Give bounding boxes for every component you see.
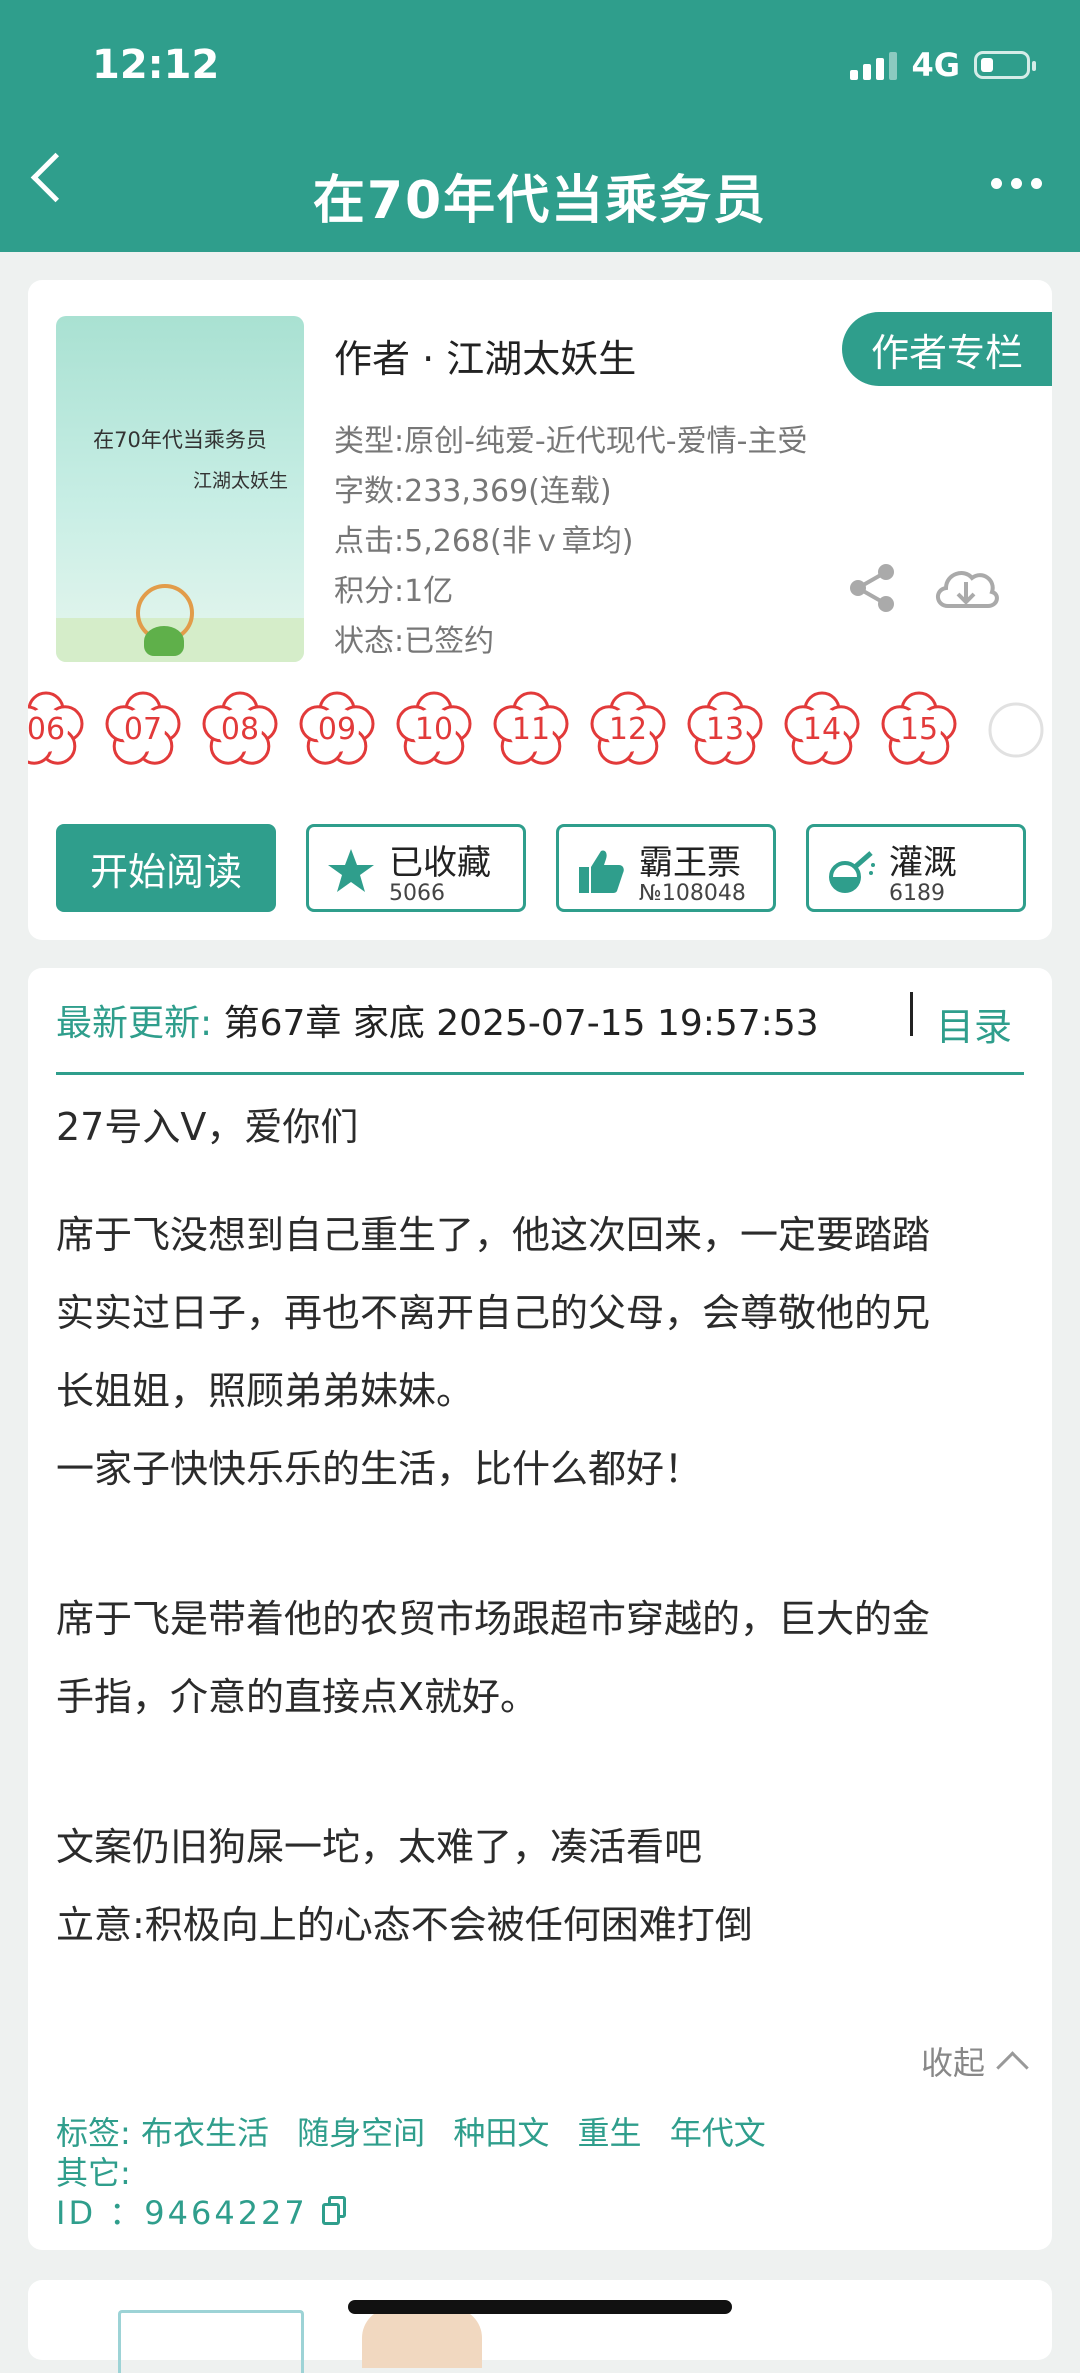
- latest-update-label: 最新更新:: [56, 1003, 213, 1044]
- download-icon[interactable]: [930, 560, 1002, 616]
- collected-count: 5066: [389, 881, 445, 906]
- thumbnail[interactable]: [118, 2310, 304, 2373]
- flower-badge: 09: [295, 690, 379, 770]
- start-reading-button[interactable]: 开始阅读: [56, 824, 276, 912]
- chevron-up-icon: [996, 2050, 1029, 2084]
- vote-label: 霸王票: [639, 843, 741, 883]
- desc-line: 27号入V，爱你们: [56, 1105, 359, 1149]
- desc-line: 席于飞没想到自己重生了，他这次回来，一定要踏踏: [56, 1213, 931, 1257]
- description-card: 最新更新: 第67章 家底 2025-07-15 19:57:53 目录 27号…: [28, 968, 1052, 2250]
- tag-item[interactable]: 随身空间: [297, 2114, 425, 2152]
- tag-item[interactable]: 布衣生活: [141, 2114, 269, 2152]
- irrigate-label: 灌溉: [889, 843, 957, 883]
- next-card: [28, 2280, 1052, 2373]
- book-state: 状态:已签约: [334, 624, 495, 659]
- signal-icon: [850, 50, 898, 80]
- flower-number: 12: [608, 712, 648, 747]
- tags-label: 标签:: [56, 2114, 131, 2152]
- desc-line: 立意:积极向上的心态不会被任何困难打倒: [56, 1903, 753, 1947]
- desc-line: 席于飞是带着他的农贸市场跟超市穿越的，巨大的金: [56, 1597, 931, 1641]
- desc-line: 手指，介意的直接点X就好。: [56, 1675, 539, 1719]
- flower-badge: 14: [780, 690, 864, 770]
- flower-badge: 12: [586, 690, 670, 770]
- flower-number: 06: [28, 712, 66, 747]
- book-words: 字数:233,369(连载): [334, 474, 612, 509]
- collapse-button[interactable]: 收起: [920, 2038, 1029, 2084]
- tree-icon: [144, 626, 184, 656]
- irrigate-count: 6189: [889, 881, 945, 906]
- author-column-button[interactable]: 作者专栏: [842, 312, 1052, 386]
- latest-update[interactable]: 最新更新: 第67章 家底 2025-07-15 19:57:53: [56, 994, 1024, 1054]
- irrigate-button[interactable]: 灌溉 6189: [806, 824, 1026, 912]
- flower-number: 09: [317, 712, 357, 747]
- flower-badge-faded: [974, 690, 1052, 770]
- status-icons: 4G: [850, 46, 1036, 84]
- tag-item[interactable]: 重生: [578, 2114, 642, 2152]
- more-icon[interactable]: [991, 178, 1042, 189]
- overlord-vote-button[interactable]: 霸王票 №108048: [556, 824, 776, 912]
- vote-count: №108048: [639, 881, 746, 906]
- book-id: ID ：9464227: [56, 2194, 308, 2232]
- update-divider: [56, 1072, 1024, 1075]
- author-name[interactable]: 作者 · 江湖太妖生: [334, 328, 636, 383]
- flower-badge: 15: [877, 690, 961, 770]
- toc-link[interactable]: 目录: [936, 996, 1012, 1051]
- book-points: 积分:1亿: [334, 574, 454, 609]
- watering-can-icon: [829, 851, 875, 893]
- flower-rating-row: 06 07 08 09 10 11 12 13 14 15: [28, 690, 1052, 770]
- top-bar: 12:12 4G 在70年代当乘务员: [0, 0, 1080, 252]
- share-icon[interactable]: [844, 560, 900, 616]
- book-type: 类型:原创-纯爱-近代现代-爱情-主受: [334, 424, 808, 459]
- thumbs-up-icon: [579, 850, 624, 893]
- flower-badge: 13: [683, 690, 767, 770]
- flower-badge: 07: [101, 690, 185, 770]
- collected-label: 已收藏: [389, 843, 491, 883]
- desc-line: 长姐姐，照顾弟弟妹妹。: [56, 1369, 475, 1413]
- page-title: 在70年代当乘务员: [312, 171, 768, 231]
- flower-number: 15: [899, 712, 939, 747]
- book-clicks: 点击:5,268(非ｖ章均): [334, 524, 634, 559]
- divider: [910, 992, 913, 1036]
- book-id-row: ID ：9464227: [56, 2188, 348, 2234]
- flower-badge: 08: [198, 690, 282, 770]
- status-time: 12:12: [92, 42, 220, 88]
- collapse-label: 收起: [920, 2044, 985, 2082]
- flower-number: 10: [414, 712, 454, 747]
- flower-number: 14: [802, 712, 842, 747]
- flower-number: 11: [511, 712, 551, 747]
- book-info-card: 在70年代当乘务员 江湖太妖生 作者 · 江湖太妖生 作者专栏 类型:原创-纯爱…: [28, 280, 1052, 940]
- tag-row: 标签: 布衣生活 随身空间 种田文 重生 年代文: [56, 2108, 784, 2154]
- desc-line: 一家子快快乐乐的生活，比什么都好！: [56, 1447, 703, 1491]
- home-indicator[interactable]: [348, 2300, 732, 2314]
- thumbnail[interactable]: [362, 2308, 482, 2368]
- flower-badge: 06: [28, 690, 88, 770]
- tag-item[interactable]: 种田文: [453, 2114, 549, 2152]
- flower-number: 08: [220, 712, 260, 747]
- tag-item[interactable]: 年代文: [670, 2114, 766, 2152]
- flower-badge: 11: [489, 690, 573, 770]
- flower-number: 07: [123, 712, 163, 747]
- desc-line: 文案仍旧狗屎一坨，太难了，凑活看吧: [56, 1825, 703, 1869]
- book-cover[interactable]: 在70年代当乘务员 江湖太妖生: [56, 316, 304, 662]
- cover-title: 在70年代当乘务员: [93, 428, 267, 452]
- desc-line: 实实过日子，再也不离开自己的父母，会尊敬他的兄: [56, 1291, 931, 1335]
- latest-update-text: 第67章 家底 2025-07-15 19:57:53: [212, 1003, 819, 1044]
- collected-button[interactable]: 已收藏 5066: [306, 824, 526, 912]
- cover-author: 江湖太妖生: [192, 470, 288, 492]
- flower-number: 13: [705, 712, 745, 747]
- star-icon: [328, 849, 374, 892]
- network-type: 4G: [911, 46, 960, 84]
- battery-icon: [974, 51, 1036, 79]
- copy-icon[interactable]: [321, 2196, 348, 2226]
- flower-badge: 10: [392, 690, 476, 770]
